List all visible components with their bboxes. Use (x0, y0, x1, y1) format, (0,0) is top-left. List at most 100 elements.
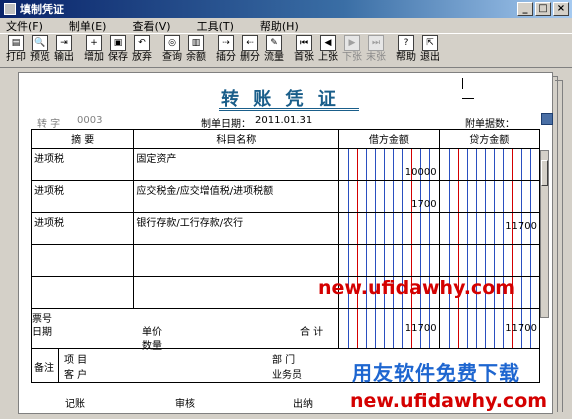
voucher-row[interactable]: 进项税 应交税金/应交增值税/进项税额 1700 (30, 180, 541, 213)
summary-cell[interactable]: 进项税 (30, 148, 135, 181)
toolbar-exit-button[interactable]: ⇱ 退出 (418, 34, 442, 66)
toolbar-preview-button[interactable]: 🔍 预览 (28, 34, 52, 66)
total-debit-cell: 11700 (338, 308, 440, 349)
total-label: 合 计 (300, 327, 324, 338)
cashier-label: 出纳 (293, 399, 313, 410)
toolbar-add-button[interactable]: + 增加 (82, 34, 106, 66)
toolbar-undo-button[interactable]: ↶ 放弃 (130, 34, 154, 66)
credit-cell[interactable] (438, 148, 541, 181)
amount-divider (466, 149, 468, 180)
title-underline (219, 108, 359, 111)
menu-voucher[interactable]: 制单(E) (63, 18, 113, 34)
credit-cell[interactable] (438, 180, 541, 213)
title-bar: 填制凭证 _ □ × (0, 0, 572, 18)
toolbar-prev-button[interactable]: ◀ 上张 (316, 34, 340, 66)
toolbar-save-button[interactable]: ▣ 保存 (106, 34, 130, 66)
summary-cell[interactable] (30, 276, 135, 309)
amount-grid-lines (440, 245, 539, 276)
summary-cell[interactable] (30, 244, 135, 277)
amount-divider (493, 149, 495, 180)
add-icon: + (86, 35, 102, 51)
toolbar-help-button[interactable]: ? 帮助 (394, 34, 418, 66)
amount-divider (375, 245, 377, 276)
account-cell[interactable] (133, 244, 340, 277)
toolbar-flow-button[interactable]: ✎ 流量 (262, 34, 286, 66)
toolbar-export-button[interactable]: ⇥ 输出 (52, 34, 76, 66)
toolbar-insert-row-button[interactable]: ⇢ 插分 (214, 34, 238, 66)
voucher-row[interactable]: 进项税 固定资产 10000 (30, 148, 541, 181)
minimize-button[interactable]: _ (517, 2, 533, 16)
amount-divider (466, 181, 468, 212)
toolbar-next-button[interactable]: ▶ 下张 (340, 34, 364, 66)
total-credit-cell: 11700 (438, 308, 541, 349)
toolbar-label: 查询 (162, 52, 182, 63)
amount-grid-lines (440, 149, 539, 180)
account-cell[interactable] (133, 276, 340, 309)
insert-row-icon: ⇢ (218, 35, 234, 51)
amount-divider (493, 245, 495, 276)
amount-divider (457, 149, 459, 180)
voucher-type-label: 转 字 (37, 119, 61, 130)
menu-view[interactable]: 查看(V) (126, 18, 176, 34)
amount-divider (384, 181, 386, 212)
amount-divider (393, 149, 395, 180)
toolbar-label: 余额 (186, 52, 206, 63)
amount-divider (493, 181, 495, 212)
amount-divider (357, 181, 359, 212)
toolbar-delete-row-button[interactable]: ⇠ 删分 (238, 34, 262, 66)
total-credit: 11700 (505, 323, 537, 334)
amount-divider (384, 149, 386, 180)
amount-divider (529, 277, 531, 308)
maximize-button[interactable]: □ (535, 2, 551, 16)
toolbar-last-button[interactable]: ⏭ 末张 (364, 34, 388, 66)
date-label: 制单日期： (201, 119, 251, 130)
account-cell[interactable]: 银行存款/工行存款/农行 (133, 212, 340, 245)
amount-divider (457, 309, 459, 348)
binoculars-icon: ◎ (164, 35, 180, 51)
amount-divider (384, 213, 386, 244)
vertical-scrollbar[interactable] (540, 150, 549, 318)
printer-icon: ▤ (8, 35, 24, 51)
amount-divider (348, 213, 350, 244)
credit-cell-value: 11700 (505, 221, 537, 232)
amount-divider (448, 149, 450, 180)
amount-divider (411, 213, 413, 244)
account-cell[interactable]: 应交税金/应交增值税/进项税额 (133, 180, 340, 213)
debit-cell[interactable] (338, 244, 440, 277)
toolbar-printer-button[interactable]: ▤ 打印 (4, 34, 28, 66)
toolbar-chart-button[interactable]: ▥ 余额 (184, 34, 208, 66)
amount-divider (475, 181, 477, 212)
toolbar-binoculars-button[interactable]: ◎ 查询 (160, 34, 184, 66)
col-debit: 借方金额 (338, 129, 440, 149)
scrollbar-thumb[interactable] (541, 160, 548, 186)
amount-divider (475, 149, 477, 180)
voucher-date[interactable]: 2011.01.31 (255, 115, 312, 126)
last-icon: ⏭ (368, 35, 384, 51)
amount-divider (466, 309, 468, 348)
debit-cell[interactable]: 10000 (338, 148, 440, 181)
help-icon: ? (398, 35, 414, 51)
amount-divider (475, 213, 477, 244)
menu-help[interactable]: 帮助(H) (254, 18, 305, 34)
amount-divider (366, 149, 368, 180)
debit-cell[interactable]: 1700 (338, 180, 440, 213)
magnifier-icon[interactable] (541, 113, 553, 125)
menu-tools[interactable]: 工具(T) (191, 18, 240, 34)
amount-divider (457, 245, 459, 276)
menu-file[interactable]: 文件(F) (0, 18, 49, 34)
voucher-number[interactable]: 0003 (77, 115, 102, 126)
credit-cell[interactable]: 11700 (438, 212, 541, 245)
summary-cell[interactable]: 进项税 (30, 180, 135, 213)
toolbar-first-button[interactable]: ⏮ 首张 (292, 34, 316, 66)
debit-cell-value: 1700 (411, 199, 437, 210)
first-icon: ⏮ (296, 35, 312, 51)
credit-cell[interactable] (438, 244, 541, 277)
close-button[interactable]: × (553, 2, 569, 16)
voucher-row[interactable] (30, 244, 541, 277)
voucher-row[interactable]: 进项税 银行存款/工行存款/农行 11700 (30, 212, 541, 245)
amount-divider (393, 309, 395, 348)
summary-cell[interactable]: 进项税 (30, 212, 135, 245)
debit-cell[interactable] (338, 212, 440, 245)
account-cell[interactable]: 固定资产 (133, 148, 340, 181)
amount-divider (529, 245, 531, 276)
